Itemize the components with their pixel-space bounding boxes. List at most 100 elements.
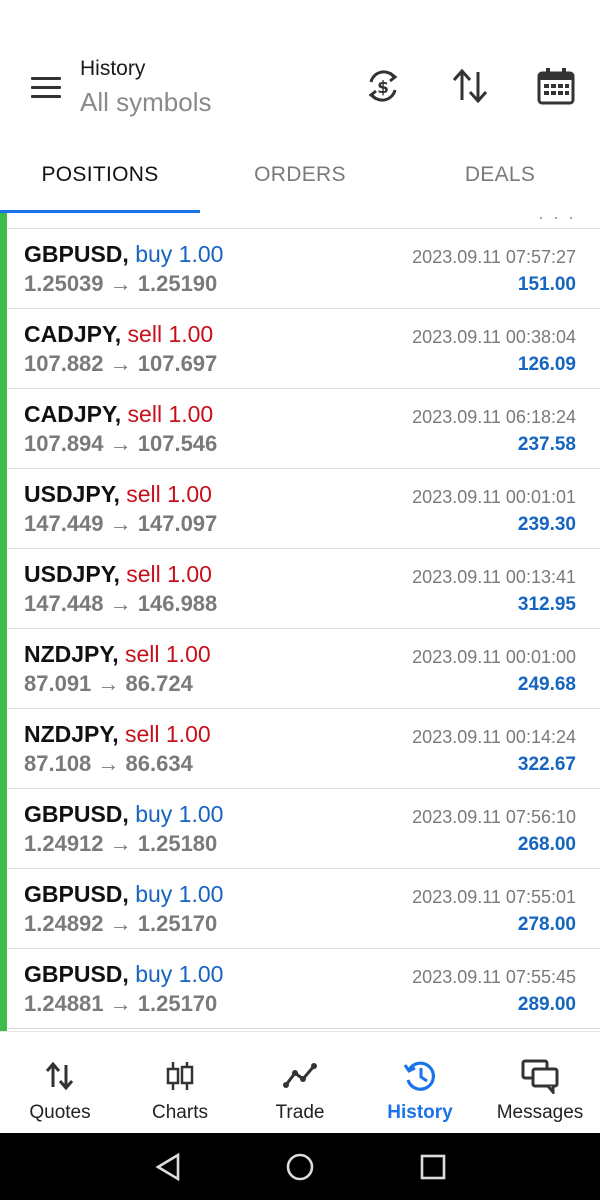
nav-history[interactable]: History (360, 1032, 480, 1133)
list-item[interactable]: CADJPY, sell 1.00 107.882 → 107.697 2023.0… (8, 309, 600, 389)
position-title: CADJPY, sell 1.00 (24, 321, 213, 348)
position-title: USDJPY, sell 1.00 (24, 561, 212, 588)
position-title: USDJPY, sell 1.00 (24, 481, 212, 508)
position-side: sell 1.00 (127, 321, 214, 347)
position-title: GBPUSD, buy 1.00 (24, 961, 223, 988)
quotes-arrows-icon (40, 1056, 80, 1096)
candlestick-chart-icon (160, 1056, 200, 1096)
position-symbol: CADJPY, (24, 401, 122, 427)
position-time: 2023.09.11 00:01:01 (412, 487, 576, 507)
list-item[interactable]: GBPUSD, buy 1.00 1.24892 → 1.25170 2023.09… (8, 869, 600, 949)
position-title: NZDJPY, sell 1.00 (24, 641, 211, 668)
position-symbol: GBPUSD, (24, 801, 129, 827)
position-side: sell 1.00 (126, 481, 212, 507)
position-side: buy 1.00 (135, 961, 224, 987)
list-item[interactable]: GBPUSD, buy 1.00 1.24881 → 1.25170 2023.09… (8, 949, 600, 1029)
position-time: 2023.09.11 07:56:10 (412, 807, 576, 827)
history-tabs: POSITIONS ORDERS DEALS (0, 140, 600, 213)
messages-icon (520, 1056, 560, 1096)
home-icon[interactable] (282, 1149, 318, 1185)
position-prices: 107.882 → 107.697 (24, 351, 218, 376)
position-side: buy 1.00 (135, 881, 224, 907)
position-profit: 237.58 (517, 434, 576, 455)
list-item[interactable]: CADJPY, sell 1.00 107.894 → 107.546 2023.0… (8, 389, 600, 469)
currency-exchange-icon[interactable]: $ (361, 64, 405, 108)
position-title: CADJPY, sell 1.00 (24, 401, 213, 428)
position-title: GBPUSD, buy 1.00 (24, 241, 223, 268)
position-symbol: GBPUSD, (24, 241, 129, 267)
position-side: sell 1.00 (127, 401, 214, 427)
position-symbol: GBPUSD, (24, 881, 129, 907)
position-time: 2023.09.11 00:13:41 (412, 567, 576, 587)
menu-icon[interactable] (28, 70, 64, 106)
trade-line-icon (280, 1056, 320, 1096)
position-prices: 107.894 → 107.546 (24, 431, 218, 456)
list-item[interactable]: NZDJPY, sell 1.00 87.091 → 86.724 2023.09.… (8, 629, 600, 709)
position-prices: 1.25039 → 1.25190 (24, 271, 218, 296)
app-header: History All symbols $ (0, 0, 600, 140)
positions-indicator-bar (0, 213, 7, 1031)
tab-positions[interactable]: POSITIONS (0, 140, 200, 210)
list-item[interactable]: GBPUSD, buy 1.00 1.25039 → 1.25190 2023.09… (8, 229, 600, 309)
nav-quotes-label: Quotes (29, 1102, 91, 1123)
nav-history-label: History (387, 1102, 453, 1123)
position-profit: 278.00 (517, 914, 576, 935)
calendar-icon[interactable] (534, 64, 578, 108)
tab-deals[interactable]: DEALS (400, 140, 600, 210)
partial-row-text: · · · (538, 213, 576, 227)
list-item-partial: · · · (8, 213, 600, 229)
position-profit: 322.67 (517, 754, 576, 775)
position-profit: 312.95 (517, 594, 576, 615)
position-time: 2023.09.11 07:57:27 (412, 247, 576, 267)
position-side: sell 1.00 (124, 721, 211, 747)
title-block: History All symbols (80, 56, 211, 120)
position-time: 2023.09.11 07:55:45 (412, 967, 576, 987)
list-item[interactable]: USDJPY, sell 1.00 147.448 → 146.988 2023.0… (8, 549, 600, 629)
list-item[interactable]: NZDJPY, sell 1.00 87.108 → 86.634 2023.09.… (8, 709, 600, 789)
position-side: sell 1.00 (126, 561, 212, 587)
bottom-navigation: Quotes Charts Trade History Messages (0, 1031, 600, 1133)
position-symbol: NZDJPY, (24, 641, 119, 667)
nav-charts-label: Charts (152, 1102, 208, 1123)
list-item[interactable]: GBPUSD, buy 1.00 1.24912 → 1.25180 2023.09… (8, 789, 600, 869)
position-symbol: USDJPY, (24, 561, 120, 587)
sort-icon[interactable] (448, 64, 492, 108)
nav-trade-label: Trade (275, 1102, 325, 1123)
position-symbol: USDJPY, (24, 481, 120, 507)
position-time: 2023.09.11 07:55:01 (412, 887, 576, 907)
position-time: 2023.09.11 00:38:04 (412, 327, 576, 347)
position-profit: 126.09 (517, 354, 576, 375)
position-time: 2023.09.11 00:14:24 (412, 727, 576, 747)
nav-messages[interactable]: Messages (480, 1032, 600, 1133)
positions-list[interactable]: · · · GBPUSD, buy 1.00 1.25039 → 1.25190 2… (0, 213, 600, 1031)
history-clock-icon (400, 1056, 440, 1096)
list-item[interactable]: USDJPY, sell 1.00 147.449 → 147.097 2023.0… (8, 469, 600, 549)
tab-orders[interactable]: ORDERS (200, 140, 400, 210)
position-symbol: CADJPY, (24, 321, 122, 347)
position-profit: 268.00 (517, 834, 576, 855)
position-prices: 147.449 → 147.097 (24, 511, 218, 536)
position-profit: 239.30 (517, 514, 576, 535)
position-prices: 87.108 → 86.634 (24, 751, 193, 776)
symbol-filter[interactable]: All symbols (80, 84, 211, 120)
position-title: NZDJPY, sell 1.00 (24, 721, 211, 748)
position-time: 2023.09.11 06:18:24 (412, 407, 576, 427)
page-title: History (80, 57, 146, 80)
nav-charts[interactable]: Charts (120, 1032, 240, 1133)
nav-messages-label: Messages (496, 1102, 584, 1123)
position-title: GBPUSD, buy 1.00 (24, 801, 223, 828)
back-icon[interactable] (150, 1149, 186, 1185)
recents-icon[interactable] (415, 1149, 451, 1185)
position-prices: 1.24912 → 1.25180 (24, 831, 218, 856)
position-title: GBPUSD, buy 1.00 (24, 881, 223, 908)
position-prices: 87.091 → 86.724 (24, 671, 193, 696)
position-time: 2023.09.11 00:01:00 (412, 647, 576, 667)
position-prices: 1.24881 → 1.25170 (24, 991, 218, 1016)
position-side: sell 1.00 (124, 641, 211, 667)
nav-quotes[interactable]: Quotes (0, 1032, 120, 1133)
nav-trade[interactable]: Trade (240, 1032, 360, 1133)
position-prices: 1.24892 → 1.25170 (24, 911, 218, 936)
position-prices: 147.448 → 146.988 (24, 591, 218, 616)
position-symbol: GBPUSD, (24, 961, 129, 987)
svg-text:$: $ (377, 78, 389, 98)
